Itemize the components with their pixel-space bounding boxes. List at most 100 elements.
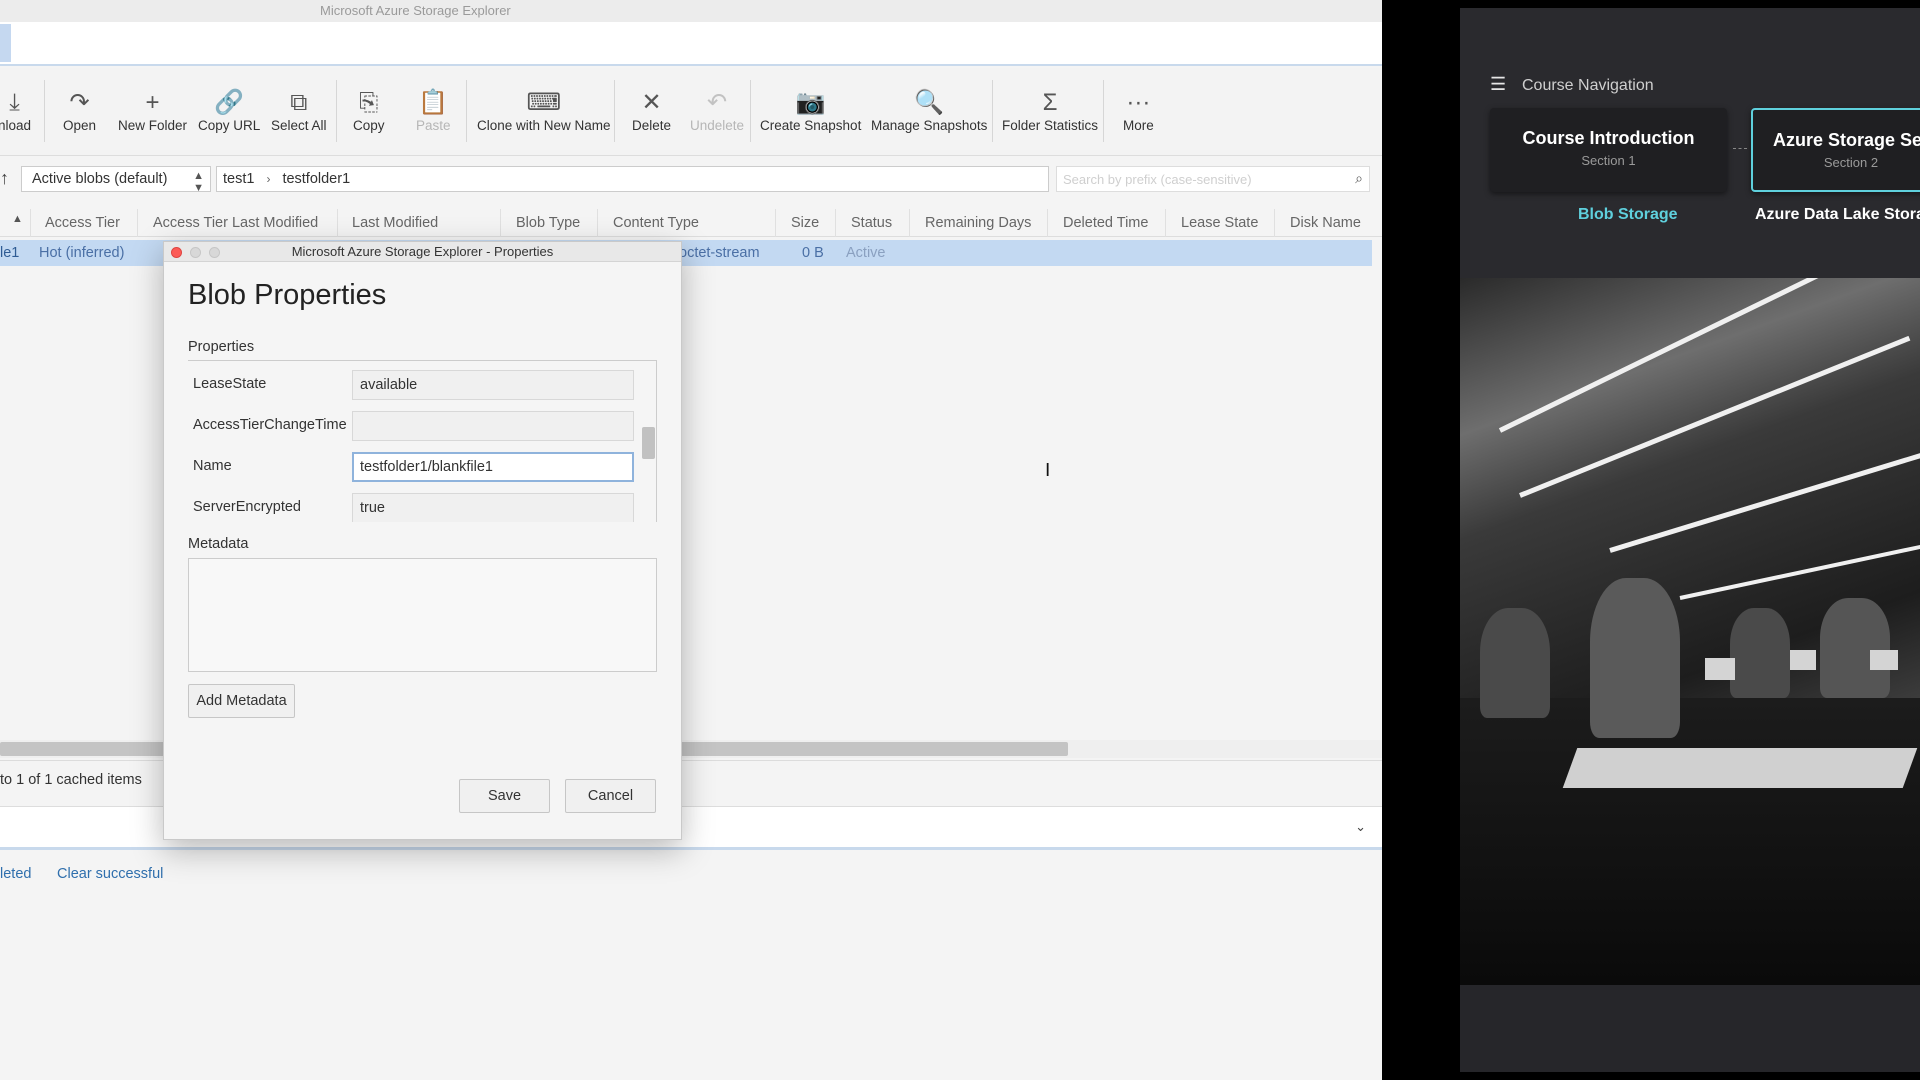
open-button[interactable]: ↷ Open — [63, 88, 96, 133]
minimize-window-button[interactable] — [190, 247, 201, 258]
dialog-title-bar: Microsoft Azure Storage Explorer - Prope… — [164, 242, 681, 262]
manage-snapshots-label: Manage Snapshots — [871, 118, 988, 133]
laptop-screen — [1870, 650, 1898, 670]
address-bar-accent — [0, 24, 11, 62]
delete-button[interactable]: ✕ Delete — [632, 88, 671, 133]
cancel-button[interactable]: Cancel — [565, 779, 656, 813]
clear-successful-link[interactable]: Clear successful — [57, 866, 163, 882]
paste-button[interactable]: 📋 Paste — [416, 88, 451, 133]
window-title: Microsoft Azure Storage Explorer — [0, 0, 1382, 22]
office-photo — [1460, 278, 1920, 985]
copy-url-button[interactable]: 🔗 Copy URL — [198, 88, 260, 133]
desk-area — [1460, 698, 1920, 985]
col-deleted-time[interactable]: Deleted Time — [1063, 215, 1148, 231]
close-icon: ✕ — [641, 89, 662, 116]
clear-completed-link[interactable]: leted — [0, 866, 31, 882]
folder-statistics-label: Folder Statistics — [1002, 118, 1099, 133]
view-selector[interactable]: Active blobs (default) ▲ ▼ — [21, 166, 211, 194]
col-size[interactable]: Size — [791, 215, 819, 231]
col-access-tier-last-modified[interactable]: Access Tier Last Modified — [153, 215, 318, 231]
copy-icon: ⎘ — [359, 89, 379, 116]
cell-status: Active — [846, 245, 886, 261]
more-button[interactable]: ··· More — [1123, 88, 1154, 133]
address-bar[interactable] — [0, 22, 1382, 66]
status-text: to 1 of 1 cached items — [0, 772, 142, 788]
ceiling-light — [1679, 537, 1920, 600]
search-icon[interactable]: ⌕ — [1355, 170, 1363, 187]
section-number: Section 2 — [1823, 155, 1879, 170]
properties-scrollbar[interactable] — [642, 427, 655, 459]
person — [1480, 608, 1550, 718]
column-separator — [1165, 209, 1166, 237]
new-folder-label: New Folder — [118, 118, 188, 133]
laptop-screen — [1705, 658, 1735, 680]
column-separator — [909, 209, 910, 237]
breadcrumb[interactable]: test1 › testfolder1 — [216, 166, 1049, 192]
storage-explorer-window: Microsoft Azure Storage Explorer ⤓ nload … — [0, 0, 1382, 1080]
col-last-modified[interactable]: Last Modified — [352, 215, 438, 231]
new-folder-button[interactable]: + New Folder — [118, 88, 187, 133]
column-separator — [1274, 209, 1275, 237]
up-arrow-icon[interactable]: ↑ — [0, 168, 9, 189]
undelete-button[interactable]: ↶ Undelete — [690, 88, 744, 133]
property-row: Name testfolder1/blankfile1 — [188, 449, 638, 483]
copy-url-label: Copy URL — [198, 118, 261, 133]
ellipsis-icon: ··· — [1126, 89, 1151, 116]
section-connector — [1733, 148, 1747, 149]
paste-label: Paste — [416, 118, 451, 133]
laptop-screen — [1790, 650, 1816, 670]
path-bar: ↑ Active blobs (default) ▲ ▼ test1 › testfol… — [0, 166, 1382, 194]
clone-button[interactable]: ⌨ Clone with New Name — [477, 88, 611, 133]
text-cursor-icon: I — [1045, 460, 1051, 481]
toolbar-separator — [336, 80, 337, 142]
col-lease-state[interactable]: Lease State — [1181, 215, 1258, 231]
search-placeholder: Search by prefix (case-sensitive) — [1063, 172, 1252, 187]
cell-name: le1 — [0, 245, 20, 261]
col-blob-type[interactable]: Blob Type — [516, 215, 580, 231]
ceiling-light — [1609, 448, 1920, 553]
lesson-blob-storage[interactable]: Blob Storage — [1578, 206, 1678, 224]
folder-statistics-button[interactable]: Σ Folder Statistics — [1002, 88, 1098, 133]
property-value[interactable]: true — [352, 493, 634, 522]
property-name: LeaseState — [193, 376, 267, 392]
download-button[interactable]: ⤓ nload — [0, 88, 31, 133]
save-button[interactable]: Save — [459, 779, 550, 813]
properties-grid[interactable]: LeaseState available AccessTierChangeTim… — [188, 360, 657, 522]
create-snapshot-button[interactable]: 📷 Create Snapshot — [760, 88, 861, 133]
name-field[interactable]: testfolder1/blankfile1 — [352, 452, 634, 482]
column-header: ▲ Access Tier Access Tier Last Modified … — [0, 209, 1382, 237]
col-status[interactable]: Status — [851, 215, 892, 231]
rename-icon: ⌨ — [526, 89, 562, 116]
person — [1820, 598, 1890, 698]
metadata-list[interactable] — [188, 558, 657, 672]
search-input[interactable]: Search by prefix (case-sensitive) ⌕ — [1056, 166, 1370, 192]
toolbar-separator — [1103, 80, 1104, 142]
course-navigation-header[interactable]: ☰ Course Navigation — [1490, 74, 1654, 95]
clone-label: Clone with New Name — [477, 118, 611, 133]
course-panel: ☰ Course Navigation Course Introduction S… — [1460, 8, 1920, 1072]
col-remaining-days[interactable]: Remaining Days — [925, 215, 1031, 231]
col-content-type[interactable]: Content Type — [613, 215, 699, 231]
column-separator — [1047, 209, 1048, 237]
breadcrumb-folder[interactable]: testfolder1 — [282, 171, 350, 187]
section-card-azure-storage[interactable]: Azure Storage Ser Section 2 — [1751, 108, 1920, 192]
property-value[interactable]: available — [352, 370, 634, 400]
copy-button[interactable]: ⎘ Copy — [353, 88, 385, 133]
breadcrumb-container[interactable]: test1 — [223, 171, 254, 187]
property-row: LeaseState available — [188, 367, 638, 401]
manage-snapshots-button[interactable]: 🔍 Manage Snapshots — [871, 88, 987, 133]
section-card-course-introduction[interactable]: Course Introduction Section 1 — [1490, 108, 1727, 192]
lesson-azure-data-lake[interactable]: Azure Data Lake Stora — [1755, 206, 1920, 224]
property-value[interactable] — [352, 411, 634, 441]
select-all-button[interactable]: ⧉ Select All — [271, 88, 327, 133]
property-row: ServerEncrypted true — [188, 490, 638, 522]
col-access-tier[interactable]: Access Tier — [45, 215, 120, 231]
col-disk-name[interactable]: Disk Name — [1290, 215, 1361, 231]
view-selector-value: Active blobs (default) — [32, 171, 168, 187]
zoom-window-button[interactable] — [209, 247, 220, 258]
column-separator — [775, 209, 776, 237]
chevron-down-icon[interactable]: ⌄ — [1355, 819, 1366, 835]
close-window-button[interactable] — [171, 247, 182, 258]
add-metadata-button[interactable]: Add Metadata — [188, 684, 295, 718]
sort-asc-icon[interactable]: ▲ — [12, 213, 23, 225]
